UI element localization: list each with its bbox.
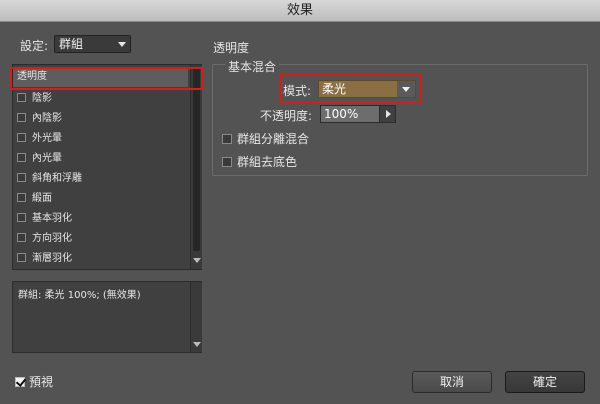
list-item-gradient-feather[interactable]: 漸層羽化 xyxy=(13,249,188,269)
highlight-transparency xyxy=(10,67,203,90)
list-scrollbar[interactable] xyxy=(190,65,202,269)
basic-blend-legend: 基本混合 xyxy=(225,58,280,75)
opacity-input[interactable]: 100% xyxy=(320,105,380,123)
triangle-right-icon xyxy=(386,110,391,118)
list-item-inner-shadow[interactable]: 內陰影 xyxy=(13,109,188,129)
checkbox[interactable] xyxy=(17,232,26,242)
list-item-directional-feather[interactable]: 方向羽化 xyxy=(13,229,188,249)
checkbox[interactable] xyxy=(17,192,26,202)
list-item-satin[interactable]: 緞面 xyxy=(13,189,188,209)
isolate-blending-checkbox[interactable]: 群組分離混合 xyxy=(222,130,309,147)
window-title-bar: 效果 xyxy=(0,0,600,22)
knockout-group-label: 群組去底色 xyxy=(237,155,298,169)
summary-scrollbar[interactable] xyxy=(190,282,202,352)
window-title: 效果 xyxy=(286,3,313,18)
list-item-basic-feather[interactable]: 基本羽化 xyxy=(13,209,188,229)
list-item-inner-glow[interactable]: 內光暈 xyxy=(13,149,188,169)
checkbox[interactable] xyxy=(17,172,26,182)
list-item-bevel-emboss[interactable]: 斜角和浮雕 xyxy=(13,169,188,189)
summary-box: 群組: 柔光 100%; (無效果) xyxy=(12,281,202,353)
scroll-down-icon[interactable] xyxy=(193,258,201,263)
settings-value: 群組 xyxy=(59,37,84,51)
summary-text: 群組: 柔光 100%; (無效果) xyxy=(18,290,141,301)
isolate-blending-label: 群組分離混合 xyxy=(237,132,310,146)
checkbox[interactable] xyxy=(17,132,26,142)
list-item-drop-shadow[interactable]: 陰影 xyxy=(13,89,188,109)
checkbox[interactable] xyxy=(17,252,26,262)
checkbox[interactable] xyxy=(17,92,26,102)
settings-label: 設定: xyxy=(20,39,49,53)
knockout-group-checkbox[interactable]: 群組去底色 xyxy=(222,153,297,170)
checkbox[interactable] xyxy=(17,112,26,122)
scrollbar-thumb[interactable] xyxy=(193,67,200,251)
opacity-value: 100% xyxy=(324,107,359,121)
scroll-down-icon[interactable] xyxy=(193,342,201,347)
preview-label: 預視 xyxy=(29,375,54,389)
checkbox[interactable] xyxy=(222,133,232,144)
checkbox[interactable] xyxy=(17,152,26,162)
opacity-label: 不透明度: xyxy=(260,109,313,123)
highlight-mode xyxy=(280,74,422,103)
checkmark-icon[interactable] xyxy=(15,376,25,387)
preview-checkbox[interactable]: 預視 xyxy=(15,373,53,390)
checkbox[interactable] xyxy=(17,212,26,222)
list-item-outer-glow[interactable]: 外光暈 xyxy=(13,129,188,149)
cancel-button[interactable]: 取消 xyxy=(412,371,492,393)
opacity-slider-button[interactable] xyxy=(379,105,396,123)
ok-button[interactable]: 確定 xyxy=(505,371,585,393)
effects-list: 透明度 陰影 內陰影 外光暈 內光暈 斜角和浮雕 緞面 基本羽化 方向羽化 漸層… xyxy=(12,64,202,270)
chevron-down-icon xyxy=(118,42,126,47)
panel-title: 透明度 xyxy=(213,41,250,55)
checkbox[interactable] xyxy=(222,156,232,167)
settings-dropdown[interactable]: 群組 xyxy=(54,35,131,53)
